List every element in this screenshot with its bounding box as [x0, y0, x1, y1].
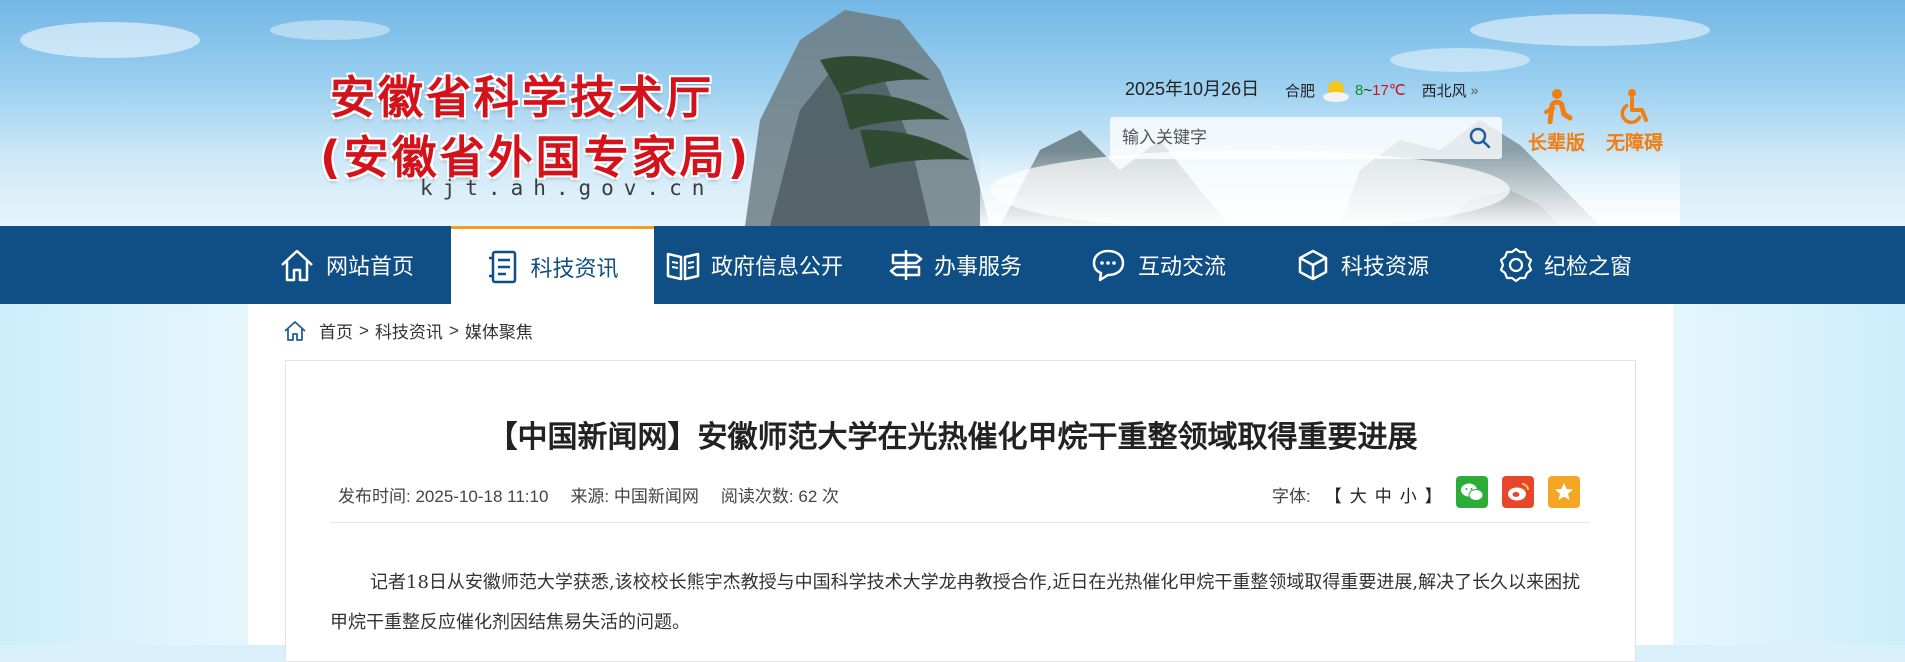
site-title-line1: 安徽省科学技术厅 [330, 71, 715, 124]
font-medium-button[interactable]: 中 [1375, 482, 1392, 507]
temp-separator: ~ [1363, 81, 1373, 99]
accessibility-label: 无障碍 [1606, 133, 1664, 154]
elder-mode-button[interactable]: 长辈版 [1528, 88, 1585, 155]
nav-item-label: 互动交流 [1138, 254, 1227, 279]
nav-item-tech-news[interactable]: 科技资讯 [451, 226, 654, 304]
nav-item-discipline[interactable]: 纪检之窗 [1498, 226, 1632, 304]
publish-label: 发布时间: [338, 487, 411, 506]
font-size-label: 字体: [1272, 487, 1311, 506]
breadcrumb-section[interactable]: 科技资讯 [375, 318, 443, 343]
search-bar [1110, 117, 1502, 159]
nav-item-label: 科技资讯 [530, 255, 619, 281]
source: 来源: 中国新闻网 [570, 482, 698, 507]
weibo-icon [1508, 483, 1529, 501]
share-weibo-button[interactable] [1502, 476, 1534, 508]
wechat-icon [1461, 483, 1484, 501]
font-size-control: 字体: 【 大 中 小 】 [1272, 482, 1446, 507]
publish-value: 2025-10-18 11:10 [415, 487, 549, 506]
views-value: 62 次 [798, 487, 840, 506]
chat-icon [1092, 249, 1125, 282]
nav-item-services[interactable]: 办事服务 [888, 226, 1022, 304]
main-nav: 网站首页 科技资讯 政府信息公开 办事服务 互动交流 科技资源 纪检之窗 [0, 226, 1905, 304]
views-label: 阅读次数: [720, 487, 794, 506]
nav-item-interaction[interactable]: 互动交流 [1090, 226, 1226, 304]
breadcrumb: 首页 > 科技资讯 > 媒体聚焦 [283, 318, 533, 343]
nav-item-resources[interactable]: 科技资源 [1295, 226, 1429, 304]
font-bracket-close: 】 [1424, 487, 1442, 506]
search-button[interactable] [1458, 117, 1502, 159]
article-meta: 发布时间: 2025-10-18 11:10 来源: 中国新闻网 阅读次数: 6… [338, 482, 861, 507]
book-icon [666, 252, 700, 281]
cube-icon [1298, 249, 1328, 281]
font-bracket-open: 【 [1324, 487, 1342, 506]
favorite-icon [1555, 483, 1573, 500]
signpost-icon [889, 250, 923, 280]
temp-high: 17℃ [1372, 82, 1406, 99]
source-value: 中国新闻网 [613, 487, 699, 506]
article-body: 记者18日从安徽师范大学获悉,该校校长熊宇杰教授与中国科学技术大学龙冉教授合作,… [330, 572, 1581, 633]
font-small-button[interactable]: 小 [1400, 482, 1417, 507]
weather-more-icon[interactable]: » [1471, 82, 1479, 98]
site-title[interactable]: 安徽省科学技术厅 (安徽省外国专家局) [320, 68, 760, 188]
elder-icon [1543, 89, 1572, 124]
nav-item-label: 办事服务 [934, 254, 1023, 279]
search-input[interactable] [1110, 117, 1458, 159]
elder-mode-label: 长辈版 [1528, 133, 1586, 154]
nav-item-label: 科技资源 [1341, 254, 1430, 279]
weather-wind: 西北风 [1421, 82, 1467, 100]
wheelchair-icon [1620, 89, 1648, 124]
weather-city: 合肥 [1285, 82, 1316, 100]
article-title: 【中国新闻网】安徽师范大学在光热催化甲烷干重整领域取得重要进展 [487, 421, 1418, 454]
breadcrumb-separator: > [448, 320, 459, 340]
nav-item-label: 政府信息公开 [711, 254, 844, 279]
accessibility-button[interactable]: 无障碍 [1606, 88, 1663, 155]
home-icon [284, 320, 306, 341]
view-count: 阅读次数: 62 次 [721, 482, 839, 507]
nav-item-home[interactable]: 网站首页 [278, 226, 414, 304]
share-wechat-button[interactable] [1456, 476, 1488, 508]
current-date: 2025年10月26日 [1125, 79, 1260, 99]
home-icon [281, 249, 313, 282]
badge-icon [1499, 247, 1533, 283]
temp-low: 8 [1355, 81, 1364, 99]
site-domain: kjt.ah.gov.cn [420, 176, 715, 200]
publish-time: 发布时间: 2025-10-18 11:10 [338, 482, 548, 507]
nav-item-gov-info[interactable]: 政府信息公开 [665, 226, 843, 304]
search-icon [1469, 127, 1491, 149]
nav-item-label: 网站首页 [326, 254, 415, 279]
sun-cloud-icon [1323, 81, 1350, 102]
meta-divider [330, 522, 1590, 523]
nav-item-label: 纪检之窗 [1544, 254, 1633, 279]
header-banner: 安徽省科学技术厅 (安徽省外国专家局) kjt.ah.gov.cn 2025年1… [0, 0, 1905, 226]
favorite-button[interactable] [1548, 476, 1580, 508]
document-icon [489, 250, 517, 283]
breadcrumb-home[interactable]: 首页 [319, 318, 353, 343]
font-large-button[interactable]: 大 [1350, 482, 1367, 507]
breadcrumb-current[interactable]: 媒体聚焦 [465, 318, 533, 343]
breadcrumb-separator: > [359, 320, 369, 340]
weather-widget: 合肥 8 ~ 17℃ 西北风 » [1285, 77, 1478, 103]
source-label: 来源: [570, 487, 610, 506]
